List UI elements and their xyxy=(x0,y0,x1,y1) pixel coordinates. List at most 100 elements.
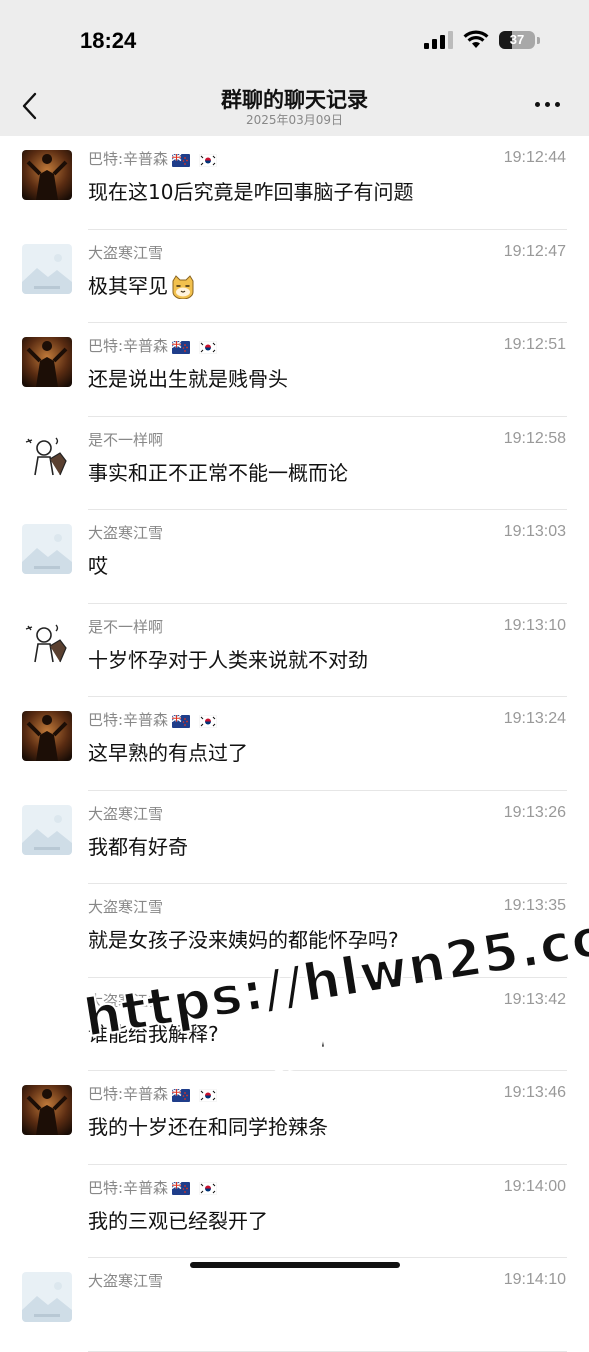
avatar[interactable] xyxy=(22,430,72,481)
message-time: 19:14:10 xyxy=(503,1271,566,1288)
south-korea-flag-icon xyxy=(198,1088,217,1102)
nav-bar: 群聊的聊天记录 2025年03月09日 xyxy=(0,80,589,136)
battery-level: 37 xyxy=(509,32,525,47)
message-text-content: 哎 xyxy=(88,554,108,578)
message-row[interactable]: 巴特:辛普森 19:14:00 我的三观已经裂开了 xyxy=(0,1165,589,1258)
avatar[interactable] xyxy=(22,804,72,855)
avatar[interactable] xyxy=(22,337,72,387)
flag-icons xyxy=(172,1086,221,1104)
sender-name-text: 巴特:辛普森 xyxy=(88,1085,169,1103)
sender-name: 大盗寒江雪 xyxy=(88,242,163,263)
sender-name-text: 大盗寒江雪 xyxy=(88,804,164,823)
message-row[interactable]: 大盗寒江雪 19:13:42 谁能给我解释? xyxy=(0,978,589,1071)
message-text-content: 我的三观已经裂开了 xyxy=(88,1208,268,1233)
message-text[interactable]: 哎 xyxy=(88,550,108,579)
message-row[interactable]: 巴特:辛普森 19:12:51 还是说出生就是贱骨头 xyxy=(0,323,589,417)
avatar[interactable] xyxy=(22,524,72,574)
more-dot-icon xyxy=(545,101,550,107)
message-time: 19:13:10 xyxy=(503,616,566,634)
new-zealand-flag-icon xyxy=(172,1182,191,1195)
flag-icons xyxy=(172,151,221,169)
avatar[interactable] xyxy=(22,617,72,668)
message-text-content: 现在这10后究竟是咋回事脑子有问题 xyxy=(88,180,414,204)
south-korea-flag-icon xyxy=(198,1182,217,1195)
message-text[interactable]: 谁能给我解释? xyxy=(88,1018,219,1047)
wifi-icon xyxy=(463,30,489,48)
message-text[interactable]: 极其罕见 xyxy=(88,270,196,299)
battery-icon: 37 xyxy=(499,30,540,49)
message-row[interactable]: 是不一样啊 19:12:58 事实和正不正常不能一概而论 xyxy=(0,417,589,510)
south-korea-flag-icon xyxy=(198,714,217,728)
sender-name-text: 大盗寒江雪 xyxy=(88,991,164,1010)
message-text[interactable]: 我的十岁还在和同学抢辣条 xyxy=(88,1111,328,1140)
message-text-content: 我都有好奇 xyxy=(88,834,188,859)
message-text[interactable]: 我都有好奇 xyxy=(88,831,188,860)
message-row[interactable]: 巴特:辛普森 19:13:46 我的十岁还在和同学抢辣条 xyxy=(0,1071,589,1165)
sender-name-text: 是不一样啊 xyxy=(88,617,164,636)
more-dot-icon xyxy=(555,101,560,107)
cellular-signal-icon xyxy=(424,30,453,49)
message-time: 19:13:46 xyxy=(503,1084,566,1101)
sender-name: 巴特:辛普森 xyxy=(88,335,221,356)
sender-name-text: 大盗寒江雪 xyxy=(88,1272,164,1290)
message-time: 19:13:03 xyxy=(503,523,566,540)
avatar[interactable] xyxy=(22,1085,72,1135)
more-dot-icon xyxy=(535,101,540,107)
sender-name: 大盗寒江雪 xyxy=(88,1270,163,1291)
message-time: 19:12:58 xyxy=(503,429,566,447)
sender-name-text: 巴特:辛普森 xyxy=(88,711,169,729)
sender-name: 大盗寒江雪 xyxy=(88,803,163,824)
message-text[interactable]: 就是女孩子没来姨妈的都能怀孕吗? xyxy=(88,924,399,953)
new-zealand-flag-icon xyxy=(172,1088,191,1102)
message-row[interactable]: 大盗寒江雪 19:13:26 我都有好奇 xyxy=(0,791,589,884)
page-title: 群聊的聊天记录 xyxy=(221,88,368,112)
message-text[interactable]: 我的三观已经裂开了 xyxy=(88,1205,268,1234)
home-indicator xyxy=(190,1262,400,1268)
message-text[interactable]: 这早熟的有点过了 xyxy=(88,737,248,766)
more-button[interactable] xyxy=(535,98,565,110)
flag-icons xyxy=(172,712,221,730)
message-time: 19:13:35 xyxy=(503,897,566,914)
message-text-content: 谁能给我解释? xyxy=(88,1021,219,1046)
message-row[interactable]: 大盗寒江雪 19:13:03 哎 xyxy=(0,510,589,604)
message-row[interactable]: 大盗寒江雪 19:14:10 xyxy=(0,1258,589,1352)
message-row[interactable]: 大盗寒江雪 19:13:35 就是女孩子没来姨妈的都能怀孕吗? xyxy=(0,884,589,978)
status-icons: 37 xyxy=(424,30,540,49)
sender-name-text: 大盗寒江雪 xyxy=(88,243,164,262)
message-text[interactable]: 还是说出生就是贱骨头 xyxy=(88,363,288,392)
sender-name: 大盗寒江雪 xyxy=(88,522,163,543)
sender-name: 大盗寒江雪 xyxy=(88,990,163,1011)
message-text[interactable]: 现在这10后究竟是咋回事脑子有问题 xyxy=(88,176,413,205)
message-text[interactable]: 十岁怀孕对于人类来说就不对劲 xyxy=(88,644,368,673)
sender-name-text: 巴特:辛普森 xyxy=(88,150,169,168)
new-zealand-flag-icon xyxy=(172,714,191,728)
message-time: 19:13:26 xyxy=(503,803,566,821)
message-text[interactable]: 事实和正不正常不能一概而论 xyxy=(88,457,348,486)
flag-icons xyxy=(172,1179,221,1197)
status-time: 18:24 xyxy=(80,28,137,53)
status-bar: 18:24 37 xyxy=(0,0,589,80)
sender-name: 大盗寒江雪 xyxy=(88,896,163,917)
message-time: 19:12:44 xyxy=(503,149,566,166)
flag-icons xyxy=(172,338,221,356)
avatar[interactable] xyxy=(22,150,72,200)
message-row[interactable]: 巴特:辛普森 19:12:44 现在这10后究竟是咋回事脑子有问题 xyxy=(0,136,589,230)
message-row[interactable]: 大盗寒江雪 19:12:47 极其罕见 xyxy=(0,230,589,323)
avatar[interactable] xyxy=(22,711,72,761)
message-text-content: 就是女孩子没来姨妈的都能怀孕吗? xyxy=(88,928,399,952)
new-zealand-flag-icon xyxy=(172,153,191,167)
message-row[interactable]: 是不一样啊 19:13:10 十岁怀孕对于人类来说就不对劲 xyxy=(0,604,589,697)
new-zealand-flag-icon xyxy=(172,340,191,354)
sender-name-text: 是不一样啊 xyxy=(88,430,164,449)
sender-name: 巴特:辛普森 xyxy=(88,1177,221,1198)
message-row[interactable]: 巴特:辛普森 19:13:24 这早熟的有点过了 xyxy=(0,697,589,791)
avatar[interactable] xyxy=(22,243,72,294)
sender-name: 巴特:辛普森 xyxy=(88,1083,221,1104)
message-text-content: 我的十岁还在和同学抢辣条 xyxy=(88,1115,328,1139)
sender-name-text: 巴特:辛普森 xyxy=(88,1178,169,1197)
message-time: 19:13:42 xyxy=(503,990,566,1008)
sender-name-text: 大盗寒江雪 xyxy=(88,524,164,542)
sender-name-text: 大盗寒江雪 xyxy=(88,898,164,916)
message-text-content: 这早熟的有点过了 xyxy=(88,741,248,765)
chat-record-list: 巴特:辛普森 19:12:44 现在这10后究竟是咋回事脑子有问题 大盗寒江雪 19… xyxy=(0,136,589,1352)
